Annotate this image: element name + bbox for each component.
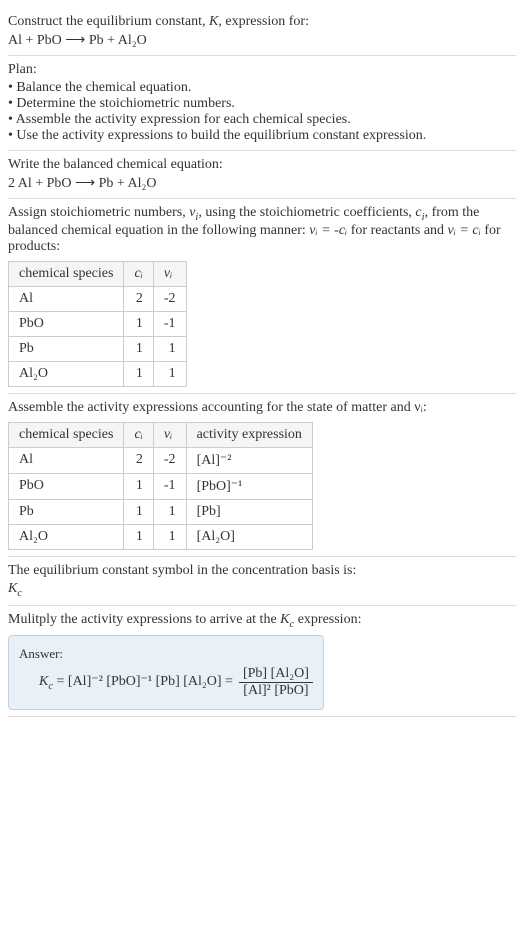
table-row: Al₂O 1 1 xyxy=(9,361,187,386)
table-row: Al₂O 1 1 [Al₂O] xyxy=(9,524,313,549)
table-row: Pb 1 1 xyxy=(9,336,187,361)
table-header-row: chemical species cᵢ νᵢ activity expressi… xyxy=(9,422,313,447)
th-ci: cᵢ xyxy=(124,261,153,286)
stoich-text: Assign stoichiometric numbers, νi, using… xyxy=(8,205,516,255)
stoich-section: Assign stoichiometric numbers, νi, using… xyxy=(8,199,516,394)
activity-table: chemical species cᵢ νᵢ activity expressi… xyxy=(8,422,313,550)
plan-list: • Balance the chemical equation. • Deter… xyxy=(8,80,516,144)
th-species: chemical species xyxy=(9,422,124,447)
plan-item: • Use the activity expressions to build … xyxy=(8,128,516,144)
intro-text: Construct the equilibrium constant, K, e… xyxy=(8,14,516,30)
intro-equation: Al + PbO ⟶ Pb + Al₂O xyxy=(8,32,516,49)
intro-section: Construct the equilibrium constant, K, e… xyxy=(8,8,516,56)
symbol-section: The equilibrium constant symbol in the c… xyxy=(8,557,516,606)
th-species: chemical species xyxy=(9,261,124,286)
balanced-section: Write the balanced chemical equation: 2 … xyxy=(8,151,516,199)
activity-section: Assemble the activity expressions accoun… xyxy=(8,394,516,557)
plan-title: Plan: xyxy=(8,62,516,78)
intro-k: K xyxy=(209,14,218,29)
table-row: PbO 1 -1 xyxy=(9,311,187,336)
activity-title: Assemble the activity expressions accoun… xyxy=(8,400,516,416)
table-row: PbO 1 -1 [PbO]⁻¹ xyxy=(9,473,313,499)
answer-label: Answer: xyxy=(19,646,313,662)
intro-suffix: , expression for: xyxy=(218,14,309,29)
table-row: Al 2 -2 [Al]⁻² xyxy=(9,447,313,473)
balanced-equation: 2 Al + PbO ⟶ Pb + Al₂O xyxy=(8,175,516,192)
table-header-row: chemical species cᵢ νᵢ xyxy=(9,261,187,286)
plan-item: • Determine the stoichiometric numbers. xyxy=(8,96,516,112)
symbol-title: The equilibrium constant symbol in the c… xyxy=(8,563,516,579)
fraction-denominator: [Al]² [PbO] xyxy=(239,683,313,699)
answer-box: Answer: Kc = [Al]⁻² [PbO]⁻¹ [Pb] [Al₂O] … xyxy=(8,635,324,710)
plan-item: • Balance the chemical equation. xyxy=(8,80,516,96)
multiply-title: Mulitply the activity expressions to arr… xyxy=(8,612,516,630)
th-ci: cᵢ xyxy=(124,422,153,447)
multiply-section: Mulitply the activity expressions to arr… xyxy=(8,606,516,718)
th-nui: νᵢ xyxy=(153,422,186,447)
stoich-table: chemical species cᵢ νᵢ Al 2 -2 PbO 1 -1 … xyxy=(8,261,187,387)
symbol-value: Kc xyxy=(8,581,516,599)
table-row: Al 2 -2 xyxy=(9,286,187,311)
balanced-title: Write the balanced chemical equation: xyxy=(8,157,516,173)
th-expr: activity expression xyxy=(186,422,312,447)
fraction: [Pb] [Al₂O] [Al]² [PbO] xyxy=(239,666,313,699)
fraction-numerator: [Pb] [Al₂O] xyxy=(239,666,313,683)
plan-section: Plan: • Balance the chemical equation. •… xyxy=(8,56,516,151)
th-nui: νᵢ xyxy=(153,261,186,286)
intro-prefix: Construct the equilibrium constant, xyxy=(8,14,209,29)
plan-item: • Assemble the activity expression for e… xyxy=(8,112,516,128)
table-row: Pb 1 1 [Pb] xyxy=(9,499,313,524)
answer-expression: Kc = [Al]⁻² [PbO]⁻¹ [Pb] [Al₂O] = [Pb] [… xyxy=(19,666,313,699)
